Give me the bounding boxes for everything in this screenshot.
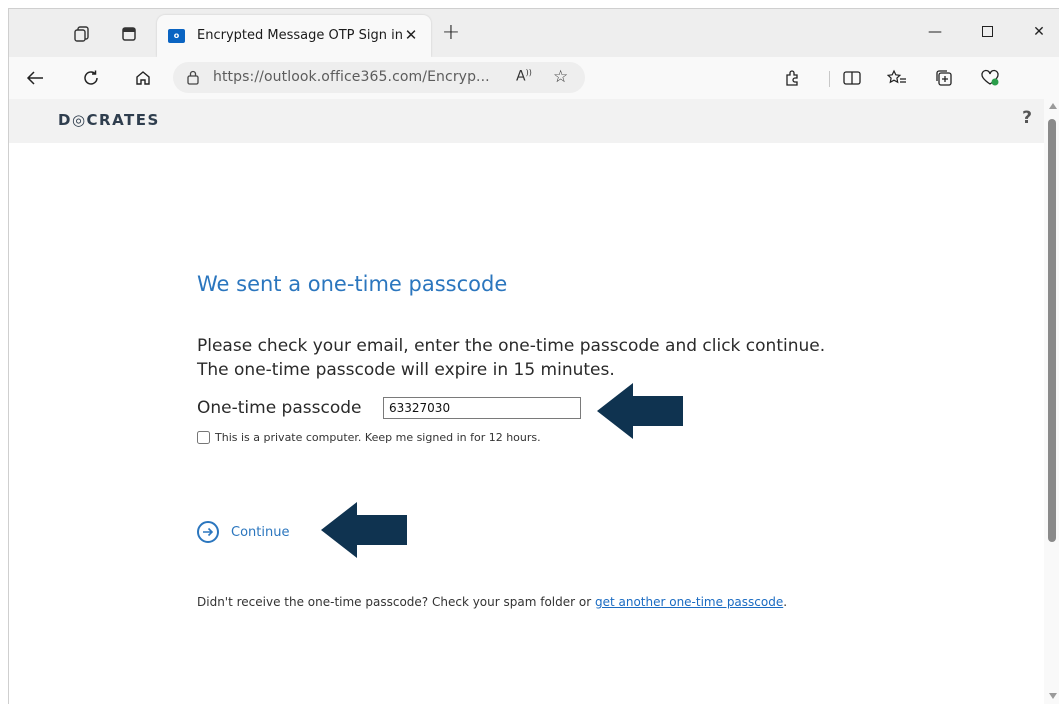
tab-active[interactable]: o Encrypted Message OTP Sign in ✕ xyxy=(157,15,431,57)
continue-button[interactable]: Continue xyxy=(197,521,289,543)
lock-icon[interactable] xyxy=(186,70,200,89)
home-icon[interactable] xyxy=(130,66,156,90)
scroll-up-icon[interactable] xyxy=(1049,103,1057,109)
docrates-logo: D◎CRATES xyxy=(58,111,160,129)
workspaces-icon[interactable] xyxy=(72,24,92,44)
keep-signed-in[interactable]: This is a private computer. Keep me sign… xyxy=(197,431,541,444)
continue-label[interactable]: Continue xyxy=(231,525,289,540)
page-content: D◎CRATES ? We sent a one-time passcode P… xyxy=(9,99,1044,704)
back-icon[interactable] xyxy=(22,66,48,90)
tab-strip: o Encrypted Message OTP Sign in ✕ + — ✕ xyxy=(9,9,1059,57)
scroll-thumb[interactable] xyxy=(1048,119,1056,542)
page-scrollbar[interactable] xyxy=(1044,99,1059,704)
instruction-line-1: Please check your email, enter the one-t… xyxy=(197,336,826,356)
browser-window: o Encrypted Message OTP Sign in ✕ + — ✕ … xyxy=(8,8,1059,704)
favorite-icon[interactable]: ☆ xyxy=(553,67,568,87)
favorites-icon[interactable] xyxy=(884,66,910,90)
page-title: We sent a one-time passcode xyxy=(197,272,508,296)
help-icon[interactable]: ? xyxy=(1022,108,1032,128)
resend-text: Didn't receive the one-time passcode? Ch… xyxy=(197,595,788,609)
instruction-text: Please check your email, enter the one-t… xyxy=(197,334,825,382)
brand-header: D◎CRATES ? xyxy=(9,99,1044,143)
browser-essentials-icon[interactable] xyxy=(977,66,1003,90)
otp-label: One-time passcode xyxy=(197,398,362,418)
tab-close-icon[interactable]: ✕ xyxy=(401,25,421,45)
arrow-right-circle-icon[interactable] xyxy=(197,521,219,543)
refresh-icon[interactable] xyxy=(78,66,104,90)
tab-title: Encrypted Message OTP Sign in xyxy=(197,28,403,43)
annotation-arrow-continue xyxy=(321,502,407,558)
keep-signed-in-label: This is a private computer. Keep me sign… xyxy=(215,431,541,444)
browser-toolbar: https://outlook.office365.com/Encryp... … xyxy=(9,57,1059,99)
tab-actions-icon[interactable] xyxy=(119,24,139,44)
extensions-icon[interactable] xyxy=(779,66,805,90)
annotation-arrow-otp xyxy=(597,383,683,439)
new-tab-icon[interactable]: + xyxy=(440,22,462,45)
split-screen-icon[interactable] xyxy=(839,66,865,90)
minimize-icon[interactable]: — xyxy=(915,19,955,45)
address-bar[interactable]: https://outlook.office365.com/Encryp... … xyxy=(173,62,585,93)
url-text: https://outlook.office365.com/Encryp... xyxy=(213,69,490,85)
instruction-line-2: The one-time passcode will expire in 15 … xyxy=(197,360,615,380)
scroll-down-icon[interactable] xyxy=(1049,693,1057,699)
otp-input[interactable] xyxy=(383,397,581,419)
outlook-favicon-icon: o xyxy=(168,29,185,43)
close-window-icon[interactable]: ✕ xyxy=(1019,19,1059,45)
resend-link[interactable]: get another one-time passcode xyxy=(595,595,783,609)
maximize-icon[interactable] xyxy=(967,19,1007,45)
toolbar-separator xyxy=(829,71,830,87)
collections-icon[interactable] xyxy=(931,66,957,90)
read-aloud-icon[interactable]: A)) xyxy=(516,68,532,85)
keep-signed-in-checkbox[interactable] xyxy=(197,431,210,444)
